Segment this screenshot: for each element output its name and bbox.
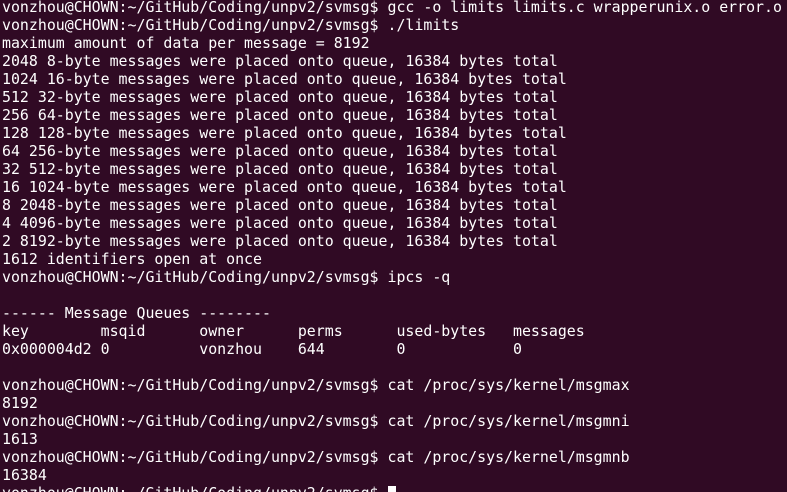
output-line: 128 128-byte messages were placed onto q… xyxy=(2,124,567,142)
output-line: 256 64-byte messages were placed onto qu… xyxy=(2,106,558,124)
output-line: 4 4096-byte messages were placed onto qu… xyxy=(2,214,558,232)
terminal-output: vonzhou@CHOWN:~/GitHub/Coding/unpv2/svms… xyxy=(2,0,782,492)
command-line: vonzhou@CHOWN:~/GitHub/Coding/unpv2/svms… xyxy=(2,448,630,466)
output-line: 16384 xyxy=(2,466,47,484)
output-line: 2 8192-byte messages were placed onto qu… xyxy=(2,232,558,250)
terminal-window[interactable]: vonzhou@CHOWN:~/GitHub/Coding/unpv2/svms… xyxy=(0,0,787,492)
output-line: 1024 16-byte messages were placed onto q… xyxy=(2,70,567,88)
output-line: 8 2048-byte messages were placed onto qu… xyxy=(2,196,558,214)
output-line: key msqid owner perms used-bytes message… xyxy=(2,322,585,340)
output-line: 1612 identifiers open at once xyxy=(2,250,262,268)
output-line: 64 256-byte messages were placed onto qu… xyxy=(2,142,558,160)
output-line: ------ Message Queues -------- xyxy=(2,304,271,322)
output-line: 512 32-byte messages were placed onto qu… xyxy=(2,88,558,106)
command-line: vonzhou@CHOWN:~/GitHub/Coding/unpv2/svms… xyxy=(2,0,782,16)
output-line: 1613 xyxy=(2,430,38,448)
prompt-line[interactable]: vonzhou@CHOWN:~/GitHub/Coding/unpv2/svms… xyxy=(2,484,782,492)
output-line: maximum amount of data per message = 819… xyxy=(2,34,370,52)
output-line: 8192 xyxy=(2,394,38,412)
command-line: vonzhou@CHOWN:~/GitHub/Coding/unpv2/svms… xyxy=(2,376,630,394)
prompt-text: vonzhou@CHOWN:~/GitHub/Coding/unpv2/svms… xyxy=(2,484,388,492)
output-line: 2048 8-byte messages were placed onto qu… xyxy=(2,52,558,70)
command-line: vonzhou@CHOWN:~/GitHub/Coding/unpv2/svms… xyxy=(2,412,630,430)
output-line: 16 1024-byte messages were placed onto q… xyxy=(2,178,567,196)
output-line: 32 512-byte messages were placed onto qu… xyxy=(2,160,558,178)
text-cursor xyxy=(387,486,396,492)
command-line: vonzhou@CHOWN:~/GitHub/Coding/unpv2/svms… xyxy=(2,16,460,34)
output-line: 0x000004d2 0 vonzhou 644 0 0 xyxy=(2,340,522,358)
command-line: vonzhou@CHOWN:~/GitHub/Coding/unpv2/svms… xyxy=(2,268,451,286)
